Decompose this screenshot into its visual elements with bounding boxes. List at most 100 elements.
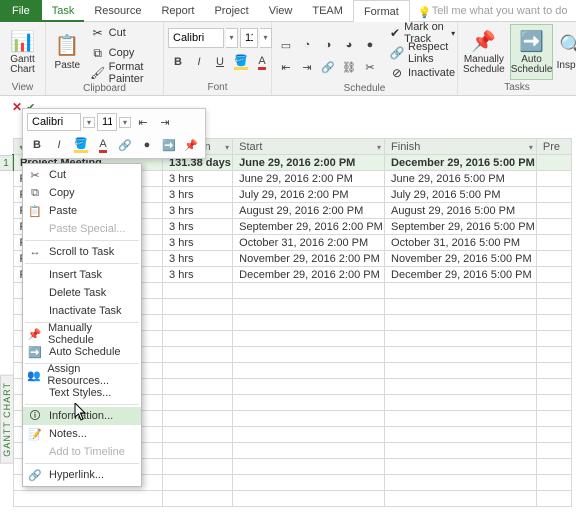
tab-project[interactable]: Project — [204, 0, 258, 22]
auto-schedule-button[interactable]: ➡️ Auto Schedule — [510, 24, 554, 80]
indent-button[interactable]: ⇥ — [297, 57, 317, 77]
cell-pre[interactable] — [536, 171, 571, 187]
cell-pre[interactable] — [536, 235, 571, 251]
tab-format[interactable]: Format — [353, 0, 410, 22]
cell-duration[interactable]: 3 hrs — [163, 235, 233, 251]
ctx-information[interactable]: 🛈Information... — [23, 407, 141, 425]
pct-50-button[interactable]: ◑ — [318, 35, 338, 55]
fill-color-button[interactable]: 🪣 — [231, 52, 251, 72]
mini-font-size-input[interactable] — [97, 113, 117, 131]
outdent-button[interactable]: ⇤ — [276, 57, 296, 77]
ctx-paste[interactable]: 📋Paste — [23, 202, 141, 220]
cell-duration[interactable]: 3 hrs — [163, 187, 233, 203]
cut-button[interactable]: ✂Cut — [89, 24, 159, 42]
cell-finish[interactable]: August 29, 2016 5:00 PM — [385, 203, 537, 219]
pct-25-button[interactable]: ◔ — [297, 35, 317, 55]
cell-start[interactable]: September 29, 2016 2:00 PM — [233, 219, 385, 235]
italic-button[interactable]: I — [189, 52, 209, 72]
font-size-dropdown[interactable]: ▾ — [260, 28, 272, 48]
bold-button[interactable]: B — [168, 52, 188, 72]
ctx-hyperlink[interactable]: 🔗Hyperlink... — [23, 466, 141, 484]
ctx-insert-task[interactable]: Insert Task — [23, 266, 141, 284]
copy-button[interactable]: ⧉Copy — [89, 44, 159, 62]
respect-links-button[interactable]: 🔗Respect Links — [388, 44, 457, 62]
cell-pre[interactable] — [536, 187, 571, 203]
mini-indent-button[interactable]: ⇤ — [133, 112, 153, 132]
cell-duration[interactable]: 3 hrs — [163, 219, 233, 235]
mini-fill-button[interactable]: 🪣 — [71, 135, 91, 155]
cell-pre[interactable] — [536, 267, 571, 283]
cell-start[interactable]: July 29, 2016 2:00 PM — [233, 187, 385, 203]
cell-finish[interactable]: October 31, 2016 5:00 PM — [385, 235, 537, 251]
empty-row[interactable] — [13, 491, 572, 507]
mini-outdent-button[interactable]: ⇥ — [155, 112, 175, 132]
mark-on-track-button[interactable]: ✔Mark on Track▾ — [388, 24, 457, 42]
cell-duration[interactable]: 3 hrs — [163, 251, 233, 267]
cell-start[interactable]: October 31, 2016 2:00 PM — [233, 235, 385, 251]
pct-100-button[interactable]: ● — [360, 35, 380, 55]
cell-pre[interactable] — [536, 203, 571, 219]
pct-75-button[interactable]: ◕ — [339, 35, 359, 55]
ctx-delete-task[interactable]: Delete Task — [23, 284, 141, 302]
mini-auto-button[interactable]: ➡️ — [159, 135, 179, 155]
cell-start[interactable]: August 29, 2016 2:00 PM — [233, 203, 385, 219]
cell-pre[interactable] — [536, 251, 571, 267]
mini-link-button[interactable]: 🔗 — [115, 135, 135, 155]
unlink-button[interactable]: ⛓ — [339, 57, 359, 77]
cell-finish[interactable]: July 29, 2016 5:00 PM — [385, 187, 537, 203]
mini-font-name-input[interactable] — [27, 113, 81, 131]
col-start[interactable]: Start▾ — [233, 139, 385, 155]
cell-finish[interactable]: December 29, 2016 5:00 PM — [385, 267, 537, 283]
tab-team[interactable]: TEAM — [302, 0, 353, 22]
tellme-search[interactable]: 💡 Tell me what you want to do — [418, 5, 568, 17]
mini-bold-button[interactable]: B — [27, 135, 47, 155]
cell-start[interactable]: December 29, 2016 2:00 PM — [233, 267, 385, 283]
mini-manual-button[interactable]: 📌 — [181, 135, 201, 155]
font-color-button[interactable]: A — [252, 52, 272, 72]
mini-pct-button[interactable]: ● — [137, 135, 157, 155]
cell-duration[interactable]: 3 hrs — [163, 267, 233, 283]
manual-schedule-button[interactable]: 📌 Manually Schedule — [462, 24, 506, 80]
tab-file[interactable]: File — [0, 0, 42, 22]
tab-resource[interactable]: Resource — [84, 0, 151, 22]
gantt-chart-button[interactable]: 📊 Gantt Chart — [4, 24, 41, 80]
mini-italic-button[interactable]: I — [49, 135, 69, 155]
mini-font-name-dropdown[interactable]: ▾ — [83, 117, 95, 128]
cell-finish[interactable]: September 29, 2016 5:00 PM — [385, 219, 537, 235]
ctx-notes[interactable]: 📝Notes... — [23, 425, 141, 443]
underline-button[interactable]: U — [210, 52, 230, 72]
inspect-button[interactable]: 🔍 Inspec — [557, 24, 576, 80]
ctx-inactivate-task[interactable]: Inactivate Task — [23, 302, 141, 320]
cell-start[interactable]: November 29, 2016 2:00 PM — [233, 251, 385, 267]
paste-button[interactable]: 📋 Paste — [50, 24, 85, 80]
cell-finish[interactable]: June 29, 2016 5:00 PM — [385, 171, 537, 187]
split-button[interactable]: ✂ — [360, 57, 380, 77]
col-finish[interactable]: Finish▾ — [385, 139, 537, 155]
cell-duration[interactable]: 3 hrs — [163, 203, 233, 219]
link-button[interactable]: 🔗 — [318, 57, 338, 77]
font-size-input[interactable] — [240, 28, 258, 48]
mini-font-size-dropdown[interactable]: ▾ — [119, 117, 131, 128]
ctx-manually-schedule[interactable]: 📌Manually Schedule — [23, 325, 141, 343]
ctx-cut[interactable]: ✂Cut — [23, 166, 141, 184]
tab-view[interactable]: View — [259, 0, 303, 22]
tab-report[interactable]: Report — [151, 0, 204, 22]
font-name-dropdown[interactable]: ▾ — [226, 28, 238, 48]
cell-pre[interactable] — [536, 219, 571, 235]
ctx-copy[interactable]: ⧉Copy — [23, 184, 141, 202]
font-name-input[interactable] — [168, 28, 224, 48]
ctx-scroll-to-task[interactable]: ↔Scroll to Task — [23, 243, 141, 261]
close-icon[interactable]: ✕ — [12, 100, 22, 114]
row-number[interactable]: 1 — [0, 155, 13, 171]
mini-fontcolor-button[interactable]: A — [93, 135, 113, 155]
pct-0-button[interactable]: ▭ — [276, 35, 296, 55]
cell-finish[interactable]: November 29, 2016 5:00 PM — [385, 251, 537, 267]
cell-start[interactable]: June 29, 2016 2:00 PM — [233, 171, 385, 187]
gantt-chart-vertical-tab[interactable]: GANTT CHART — [0, 375, 14, 464]
ctx-assign-resources[interactable]: 👥Assign Resources... — [23, 366, 141, 384]
col-pre[interactable]: Pre — [536, 139, 571, 155]
format-painter-button[interactable]: 🖌Format Painter — [89, 64, 159, 82]
cell-duration[interactable]: 3 hrs — [163, 171, 233, 187]
inactivate-button[interactable]: ⊘Inactivate — [388, 64, 457, 82]
tab-task[interactable]: Task — [42, 0, 85, 22]
